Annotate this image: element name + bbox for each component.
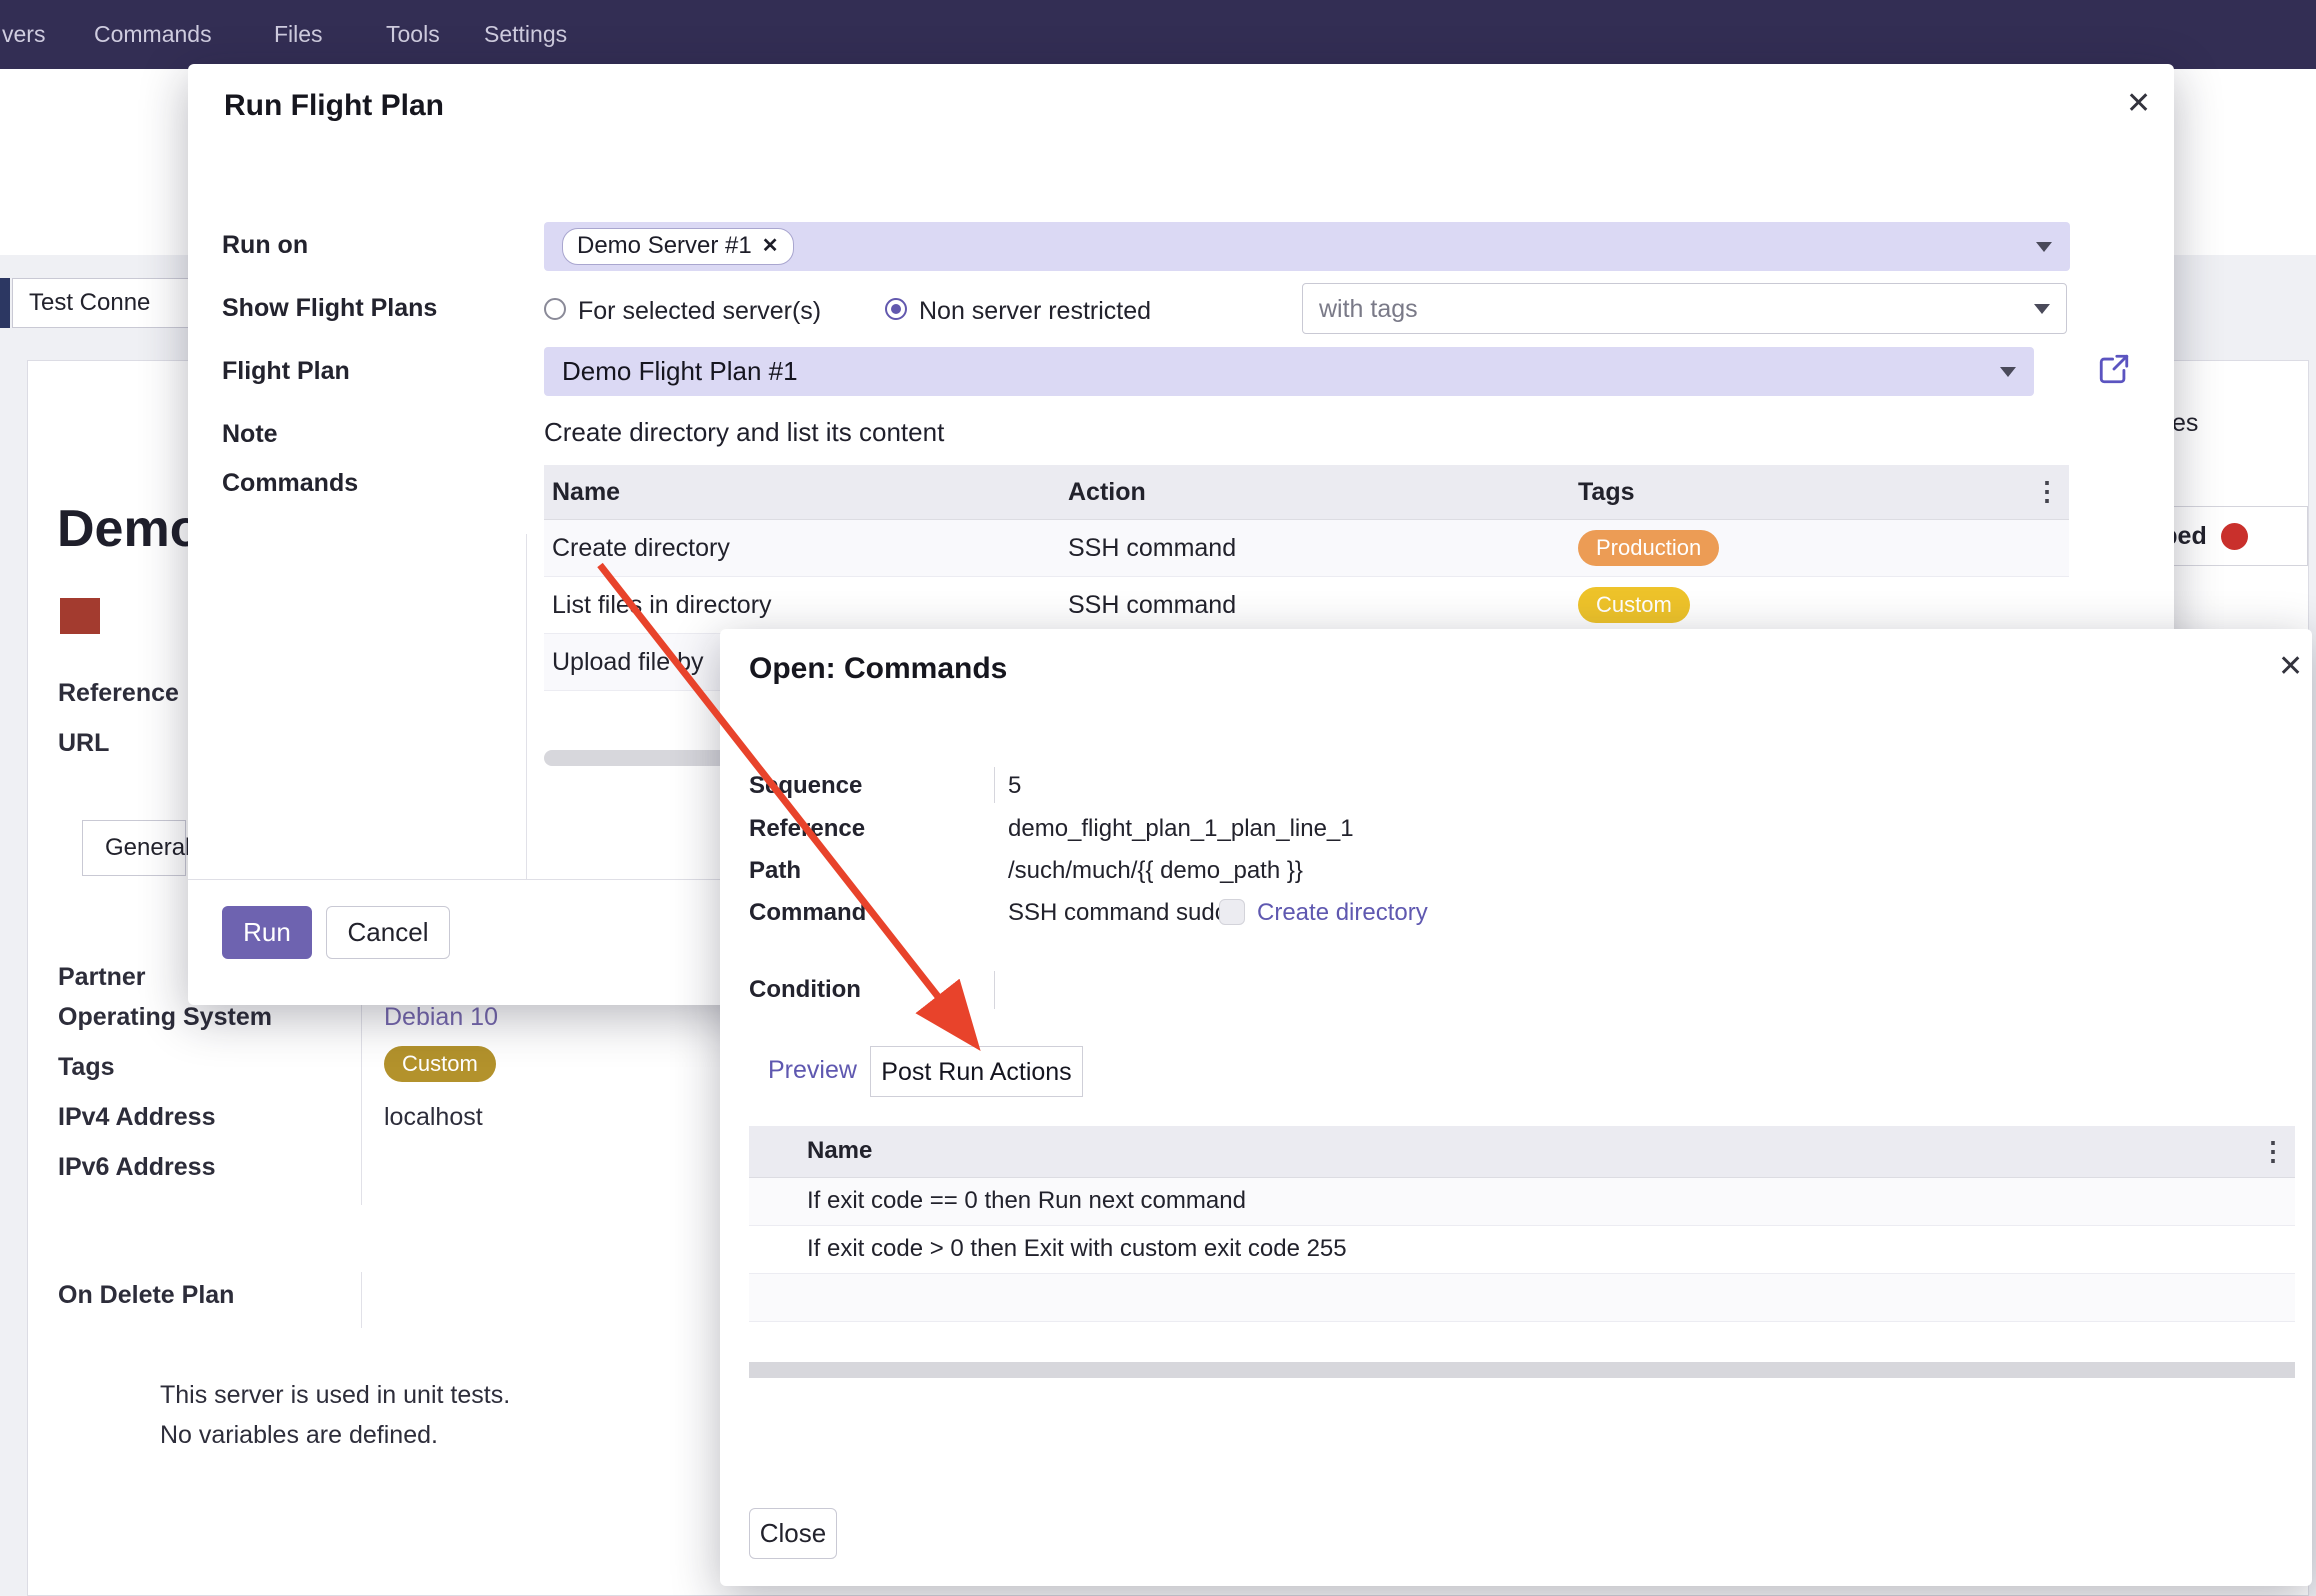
action-row-text: If exit code == 0 then Run next command <box>807 1187 2251 1216</box>
on-delete-plan-label: On Delete Plan <box>58 1280 234 1310</box>
table-header-row: Name ⋮ <box>749 1126 2295 1178</box>
tab-preview[interactable]: Preview <box>768 1055 857 1085</box>
radio-selected-servers[interactable] <box>544 298 566 320</box>
menu-item-files[interactable]: Files <box>274 0 323 69</box>
button-accent-block <box>0 278 10 328</box>
command-value: SSH command sudo <box>1008 899 1228 928</box>
reference-value[interactable]: demo_flight_plan_1_plan_line_1 <box>1008 815 1354 844</box>
partial-text-es: es <box>2172 408 2198 438</box>
input-border-line <box>994 971 995 1009</box>
ipv4-label: IPv4 Address <box>58 1102 215 1132</box>
close-icon[interactable]: ✕ <box>2126 86 2151 122</box>
plan-description: Create directory and list its content <box>544 417 944 448</box>
flight-plan-value: Demo Flight Plan #1 <box>562 356 798 387</box>
run-on-field[interactable]: Demo Server #1 ✕ <box>544 222 2070 271</box>
plan-line-name: Create directory <box>544 533 1060 563</box>
operating-system-label: Operating System <box>58 1002 272 1032</box>
close-button[interactable]: Close <box>749 1508 837 1559</box>
flight-plan-label: Flight Plan <box>222 356 350 386</box>
condition-label: Condition <box>749 976 861 1005</box>
external-link-icon[interactable] <box>2097 352 2131 386</box>
unit-test-note: This server is used in unit tests. <box>160 1380 510 1410</box>
tags-badge: Custom <box>384 1046 496 1082</box>
server-chip-label: Demo Server #1 <box>577 232 752 261</box>
ipv6-label: IPv6 Address <box>58 1152 215 1182</box>
kebab-menu-icon[interactable]: ⋮ <box>2025 476 2069 507</box>
command-label: Command <box>749 899 866 928</box>
cancel-button[interactable]: Cancel <box>326 906 450 959</box>
notebook-left-border <box>526 534 527 879</box>
radio-selected-servers-label[interactable]: For selected server(s) <box>578 296 821 326</box>
ipv4-value: localhost <box>384 1102 483 1132</box>
radio-non-server-restricted-label[interactable]: Non server restricted <box>919 296 1151 326</box>
reference-label: Reference <box>58 678 179 708</box>
plan-line-action: SSH command <box>1060 533 1570 563</box>
note-label: Note <box>222 419 278 449</box>
url-label: URL <box>58 728 109 758</box>
reference-label: Reference <box>749 815 865 844</box>
command-checkbox[interactable] <box>1219 899 1245 925</box>
status-stopped-dot-icon <box>2221 523 2248 550</box>
tag-badge: Custom <box>1578 587 1690 623</box>
run-button[interactable]: Run <box>222 906 312 959</box>
server-chip[interactable]: Demo Server #1 ✕ <box>562 228 794 265</box>
plan-line-name: List files in directory <box>544 590 1060 620</box>
flight-plan-select[interactable]: Demo Flight Plan #1 <box>544 347 2034 396</box>
col-header-tags[interactable]: Tags <box>1570 477 2025 507</box>
menu-item-commands[interactable]: Commands <box>94 0 212 69</box>
table-row[interactable]: If exit code == 0 then Run next command <box>749 1178 2295 1226</box>
post-run-actions-table: Name ⋮ If exit code == 0 then Run next c… <box>749 1126 2295 1322</box>
chevron-down-icon <box>2034 304 2050 314</box>
with-tags-select[interactable]: with tags <box>1302 283 2067 334</box>
menu-item-settings[interactable]: Settings <box>484 0 567 69</box>
tab-post-run-actions[interactable]: Post Run Actions <box>870 1046 1083 1097</box>
sequence-value[interactable]: 5 <box>1008 772 1021 801</box>
open-commands-modal: Open: Commands ✕ Sequence 5 Reference de… <box>720 629 2312 1586</box>
show-flight-plans-label: Show Flight Plans <box>222 293 437 323</box>
commands-modal-title: Open: Commands <box>749 651 1007 687</box>
run-modal-title: Run Flight Plan <box>224 88 444 124</box>
top-navbar: vers Commands Files Tools Settings <box>0 0 2316 69</box>
close-icon[interactable]: ✕ <box>2278 649 2303 685</box>
menu-item-servers[interactable]: vers <box>2 0 45 69</box>
table-header-row: Name Action Tags ⋮ <box>544 465 2069 520</box>
tab-general[interactable]: General <box>82 820 186 876</box>
chevron-down-icon[interactable] <box>2036 242 2052 252</box>
table-row[interactable]: List files in directory SSH command Cust… <box>544 577 2069 634</box>
partner-label: Partner <box>58 962 146 992</box>
input-border-line <box>994 767 995 803</box>
horizontal-scrollbar[interactable] <box>749 1362 2295 1378</box>
with-tags-placeholder: with tags <box>1319 294 1418 324</box>
table-row[interactable]: Create directory SSH command Production <box>544 520 2069 577</box>
chevron-down-icon <box>2000 367 2016 377</box>
run-on-label: Run on <box>222 230 308 260</box>
tags-label: Tags <box>58 1052 115 1082</box>
path-label: Path <box>749 857 801 886</box>
field-separator-line-2 <box>361 1272 362 1328</box>
radio-non-server-restricted[interactable] <box>885 298 907 320</box>
col-header-name[interactable]: Name <box>544 477 1060 507</box>
table-row[interactable]: If exit code > 0 then Exit with custom e… <box>749 1226 2295 1274</box>
col-header-action[interactable]: Action <box>1060 477 1570 507</box>
path-value[interactable]: /such/much/{{ demo_path }} <box>1008 857 1303 886</box>
menu-item-tools[interactable]: Tools <box>386 0 440 69</box>
server-title: Demo <box>57 498 201 560</box>
create-directory-link[interactable]: Create directory <box>1257 899 1428 928</box>
operating-system-value[interactable]: Debian 10 <box>384 1002 498 1032</box>
tag-badge: Production <box>1578 530 1719 566</box>
commands-label: Commands <box>222 468 358 498</box>
plan-line-action: SSH command <box>1060 590 1570 620</box>
action-row-text: If exit code > 0 then Exit with custom e… <box>807 1235 2251 1264</box>
color-swatch[interactable] <box>60 598 100 634</box>
sequence-label: Sequence <box>749 772 862 801</box>
table-row-empty[interactable] <box>749 1274 2295 1322</box>
col-header-name[interactable]: Name <box>807 1137 2251 1166</box>
variables-note: No variables are defined. <box>160 1420 438 1450</box>
kebab-menu-icon[interactable]: ⋮ <box>2251 1136 2295 1167</box>
remove-chip-icon[interactable]: ✕ <box>762 234 779 258</box>
